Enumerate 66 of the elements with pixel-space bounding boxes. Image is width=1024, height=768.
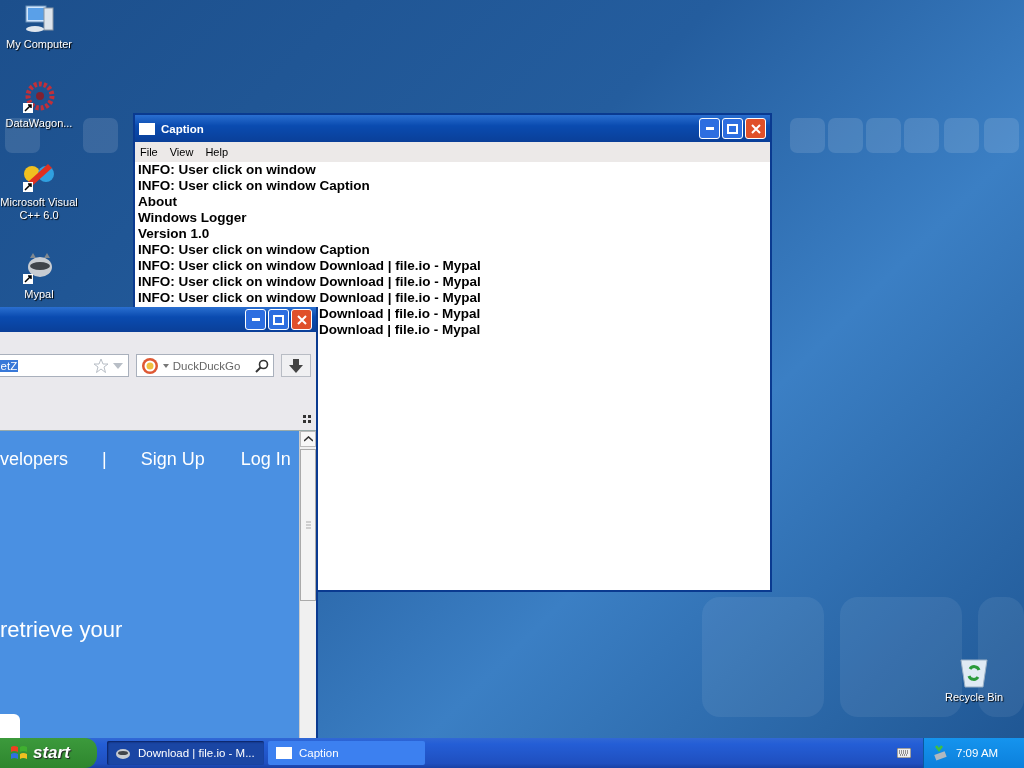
flower-icon[interactable]	[22, 81, 56, 115]
log-line: Windows Logger	[138, 210, 247, 226]
download-button[interactable]	[280, 354, 311, 377]
minimize-button[interactable]	[699, 118, 720, 139]
log-line: INFO: User click on window Download | file.io - Mypal	[138, 258, 481, 274]
wallpaper-tile	[866, 118, 901, 153]
keyboard-icon[interactable]	[897, 748, 911, 758]
wallpaper-tile	[944, 118, 979, 153]
icon-label: Microsoft Visual C++ 6.0	[0, 196, 78, 222]
menu-item[interactable]: View	[164, 146, 201, 158]
raccoon-icon	[115, 746, 131, 760]
log-line: INFO: User click on window	[138, 162, 316, 178]
menu-item[interactable]: Help	[200, 146, 235, 158]
window-title: Caption	[161, 122, 204, 135]
scroll-thumb[interactable]	[300, 449, 316, 601]
log-line: INFO: User click on window Download | file.io - Mypal	[138, 290, 481, 306]
log-line: INFO: User click on window Download | file.io - Mypal	[138, 274, 481, 290]
nav-separator: |	[102, 449, 107, 470]
log-line: About	[138, 194, 177, 210]
nav-link[interactable]: Sign Up	[140, 449, 205, 470]
star-icon[interactable]	[92, 357, 109, 374]
maximize-button[interactable]	[268, 309, 289, 330]
down-arrow-icon	[288, 358, 303, 373]
start-button[interactable]: start	[0, 738, 97, 768]
grip-icon[interactable]	[303, 414, 311, 423]
nav-link[interactable]: Log In	[240, 449, 291, 470]
menu-item[interactable]: File	[135, 146, 165, 158]
log-line: Download | file.io - Mypal	[319, 306, 481, 322]
recycle-bin-icon[interactable]	[959, 657, 989, 689]
wallpaper-tile	[790, 118, 825, 153]
icon-label: Mypal	[24, 288, 54, 301]
minimize-button[interactable]	[245, 309, 266, 330]
grip-icon	[305, 521, 311, 529]
search-field[interactable]: DuckDuckGo	[135, 354, 274, 377]
wallpaper-tile	[828, 118, 863, 153]
window-icon	[276, 747, 292, 759]
search-icon[interactable]	[254, 358, 269, 373]
clock: 7:09 AM	[956, 747, 999, 759]
flag-logo-icon	[10, 744, 28, 762]
nav-link[interactable]: velopers	[0, 449, 69, 470]
log-line: Download | file.io - Mypal	[319, 322, 481, 338]
maximize-button[interactable]	[722, 118, 743, 139]
wallpaper-tile	[984, 118, 1019, 153]
log-line: INFO: User click on window Caption	[138, 178, 370, 194]
maximize-icon	[727, 123, 738, 134]
icon-label: DataWagon...	[5, 117, 73, 130]
taskbar-button[interactable]: Download | file.io - M...	[107, 741, 264, 765]
scrollbar[interactable]	[299, 431, 316, 738]
duck-icon[interactable]	[140, 356, 159, 375]
close-icon	[750, 123, 761, 134]
wallpaper-tile	[83, 118, 118, 153]
icon-label: Recycle Bin	[944, 691, 1004, 704]
minimize-icon	[251, 318, 260, 321]
dropdown-icon[interactable]	[162, 363, 169, 368]
close-button[interactable]	[745, 118, 766, 139]
close-icon	[296, 314, 307, 325]
log-line: Version 1.0	[138, 226, 210, 242]
wallpaper-tile	[904, 118, 939, 153]
headline: retrieve your	[0, 616, 124, 643]
window-icon	[139, 122, 155, 135]
minimize-icon	[705, 127, 714, 130]
icon-label: My Computer	[6, 38, 72, 51]
maximize-icon	[273, 314, 284, 325]
log-line: INFO: User click on window Caption	[138, 242, 370, 258]
taskbar-button[interactable]: Caption	[268, 741, 425, 765]
close-button[interactable]	[291, 309, 312, 330]
